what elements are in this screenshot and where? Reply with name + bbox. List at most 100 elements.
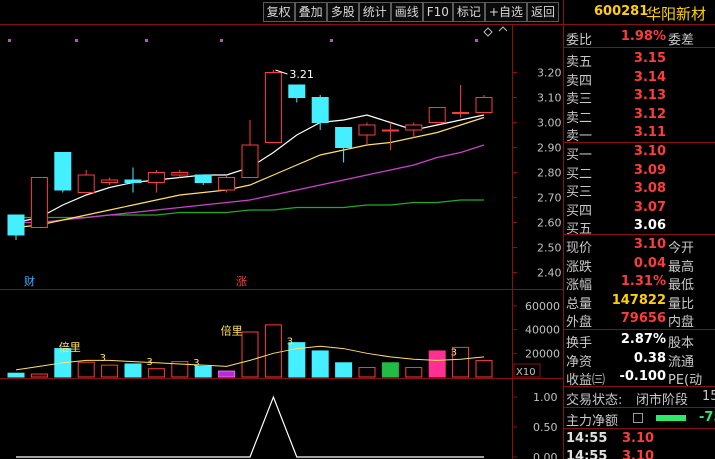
bid-row: 买一 3.10 — [564, 143, 715, 163]
kline-chart[interactable]: 3.20 3.10 3.00 2.90 2.80 2.70 2.60 2.50 2.40 3.21… — [0, 0, 563, 459]
marker-dot — [475, 39, 478, 42]
marker-dot — [330, 39, 333, 42]
volume-tag-number: 3 — [193, 358, 199, 369]
collapse-icon[interactable] — [498, 26, 508, 32]
ask-row: 卖四 3.14 — [564, 69, 715, 89]
volume-bar — [358, 367, 376, 378]
tick-time: 14:55 — [566, 449, 608, 459]
bid-row-label: 买二 — [566, 166, 593, 182]
bid-row-value: 3.07 — [633, 199, 666, 215]
stat-row: 涨幅 1.31% 最低 — [564, 273, 715, 293]
candle-body — [288, 84, 306, 98]
volume-bar — [381, 362, 399, 378]
main-flow-row: 主力净额 -75 — [564, 409, 715, 429]
bid-row: 买五 3.06 — [564, 217, 715, 237]
stat2-row-right-label: 流通 — [668, 354, 695, 370]
stat2-row-label: 换手 — [566, 336, 593, 351]
volume-bar — [77, 361, 95, 378]
main-flow-label: 主力净额 — [566, 414, 619, 429]
candle-body — [358, 124, 376, 136]
stat2-row-label: 净资 — [566, 354, 593, 370]
main-flow-value: -75 — [699, 410, 715, 425]
divider — [564, 24, 715, 25]
volume-bar — [311, 350, 329, 378]
candle-body — [101, 179, 119, 183]
stock-code: 600281 — [594, 4, 649, 19]
candle-body — [147, 172, 165, 183]
stat-row-label: 现价 — [566, 241, 593, 256]
volume-tag-number: 3 — [100, 353, 106, 364]
candle-body — [194, 174, 212, 183]
ask-row-label: 卖二 — [566, 110, 593, 126]
volume-bar — [264, 324, 282, 378]
volume-axis-label: 40000 — [525, 324, 560, 337]
weibi-value: 1.98% — [620, 29, 666, 44]
candle-body — [241, 144, 259, 178]
stock-header: 600281 华阳新材 — [564, 0, 715, 24]
divider — [564, 407, 715, 408]
volume-bar — [241, 331, 259, 378]
stat-row-right-label: 最高 — [668, 259, 695, 275]
bid-row-value: 3.08 — [633, 181, 666, 196]
stat-row-value: 79656 — [620, 311, 666, 326]
price-axis-label: 2.90 — [537, 142, 562, 155]
marker-dot — [220, 39, 223, 42]
bid-row-label: 买三 — [566, 185, 593, 200]
stat-row: 外盘 79656 内盘 — [564, 310, 715, 330]
ask-row: 卖五 3.15 — [564, 50, 715, 70]
price-axis-label: 3.20 — [537, 67, 562, 80]
candle-body — [30, 177, 48, 228]
candle-body — [7, 214, 25, 236]
volume-bar — [428, 350, 446, 378]
volume-bar — [475, 359, 493, 378]
candle-body — [428, 107, 446, 123]
limit-up-marker: 涨 — [236, 275, 247, 288]
volume-bar — [124, 363, 142, 378]
stat2-row: 换手 2.87% 股本 — [564, 331, 715, 351]
ask-row-label: 卖三 — [566, 92, 593, 107]
trade-status-value: 闭市阶段 — [636, 393, 689, 408]
trade-status-row: 交易状态: 闭市阶段 15 — [564, 388, 715, 408]
ask-row-value: 3.14 — [633, 69, 666, 85]
candle-body — [171, 172, 189, 176]
bid-row-label: 买四 — [566, 203, 593, 219]
indicator-line — [16, 395, 484, 458]
diamond-icon[interactable] — [483, 27, 493, 37]
volume-bar — [101, 364, 119, 378]
quote-panel: 600281 华阳新材 委比 1.98% 委差 卖五 3.15 卖四 3.14 卖三 3.… — [563, 0, 715, 459]
stat-row-value: 1.31% — [620, 274, 666, 289]
candle-body — [54, 152, 72, 191]
divider — [564, 428, 715, 429]
volume-bar — [147, 368, 165, 378]
candle-body — [452, 112, 470, 114]
stat-row-value: 0.04 — [633, 255, 666, 271]
trade-status-extra: 15 — [702, 389, 715, 404]
finance-marker: 财 — [24, 274, 35, 288]
tick-row: 14:55 3.10 — [564, 430, 715, 448]
volume-bar — [218, 370, 236, 378]
divider — [564, 234, 715, 235]
indicator-axis-label: 0.00 — [533, 451, 558, 459]
stat2-row: 净资 0.38 流通 — [564, 350, 715, 370]
ask-row-label: 卖五 — [566, 55, 593, 70]
high-value-label: 3.21 — [289, 68, 314, 81]
bid-row-value: 3.10 — [633, 144, 666, 159]
candle-body — [218, 177, 236, 191]
volume-bar — [30, 373, 48, 378]
candle-body — [311, 97, 329, 123]
volume-unit-label: X10 — [516, 367, 536, 378]
stat2-row-value: -0.100 — [619, 369, 666, 384]
bid-row-value: 3.06 — [633, 218, 666, 233]
volume-bar — [335, 362, 353, 378]
ask-row: 卖三 3.13 — [564, 87, 715, 107]
bid-row-value: 3.09 — [633, 162, 666, 178]
candle-body — [335, 127, 353, 148]
candle-body — [381, 129, 399, 132]
main-flow-toggle-icon[interactable] — [633, 413, 643, 423]
divider — [564, 386, 715, 387]
indicator-axis-label: 0.50 — [533, 421, 558, 434]
stock-name: 华阳新材 — [646, 5, 707, 23]
ask-row: 卖一 3.11 — [564, 124, 715, 144]
price-axis-label: 2.80 — [537, 167, 562, 180]
stat-row-value: 3.10 — [633, 237, 666, 252]
